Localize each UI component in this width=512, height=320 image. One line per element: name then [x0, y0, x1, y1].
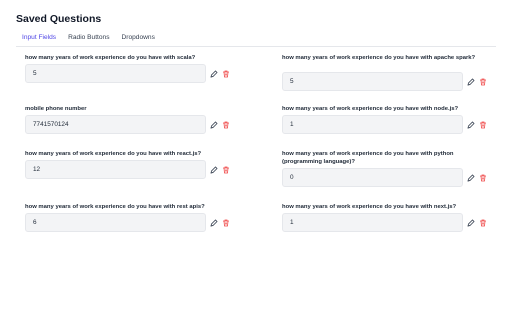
question-label: how many years of work experience do you… [282, 55, 476, 61]
pencil-icon[interactable] [209, 218, 218, 227]
tab-bar: Input Fields Radio Buttons Dropdowns [16, 33, 161, 47]
answer-input[interactable] [25, 213, 206, 232]
tab-input-fields[interactable]: Input Fields [16, 33, 63, 47]
answer-input[interactable] [282, 115, 463, 134]
trash-icon[interactable] [478, 120, 487, 129]
trash-icon[interactable] [478, 218, 487, 227]
question-item: mobile phone number [25, 105, 240, 134]
answer-input[interactable] [282, 72, 463, 91]
question-item: how many years of work experience do you… [282, 150, 497, 187]
trash-icon[interactable] [221, 165, 230, 174]
question-label: how many years of work experience do you… [25, 55, 196, 61]
question-item: how many years of work experience do you… [282, 105, 497, 134]
answer-input[interactable] [25, 160, 206, 179]
trash-icon[interactable] [221, 120, 230, 129]
trash-icon[interactable] [478, 77, 487, 86]
answer-input[interactable] [282, 168, 463, 187]
pencil-icon[interactable] [466, 120, 475, 129]
question-label: how many years of work experience do you… [282, 151, 454, 165]
question-item: how many years of work experience do you… [282, 203, 497, 232]
answer-input[interactable] [25, 115, 206, 134]
question-item: how many years of work experience do you… [25, 203, 240, 232]
page-title: Saved Questions [16, 13, 102, 25]
question-label: how many years of work experience do you… [25, 151, 202, 157]
answer-input[interactable] [282, 213, 463, 232]
pencil-icon[interactable] [209, 69, 218, 78]
tab-radio-buttons[interactable]: Radio Buttons [62, 33, 115, 47]
question-label: how many years of work experience do you… [282, 204, 457, 210]
answer-input[interactable] [25, 64, 206, 83]
pencil-icon[interactable] [466, 77, 475, 86]
pencil-icon[interactable] [466, 173, 475, 182]
question-label: how many years of work experience do you… [25, 204, 205, 210]
question-label: how many years of work experience do you… [282, 106, 459, 112]
trash-icon[interactable] [221, 218, 230, 227]
question-item: how many years of work experience do you… [282, 54, 497, 91]
trash-icon[interactable] [221, 69, 230, 78]
tab-dropdowns[interactable]: Dropdowns [116, 33, 161, 47]
question-item: how many years of work experience do you… [25, 150, 240, 179]
pencil-icon[interactable] [466, 218, 475, 227]
question-item: how many years of work experience do you… [25, 54, 240, 83]
question-label: mobile phone number [25, 106, 87, 112]
pencil-icon[interactable] [209, 120, 218, 129]
trash-icon[interactable] [478, 173, 487, 182]
tab-divider [16, 46, 496, 47]
pencil-icon[interactable] [209, 165, 218, 174]
